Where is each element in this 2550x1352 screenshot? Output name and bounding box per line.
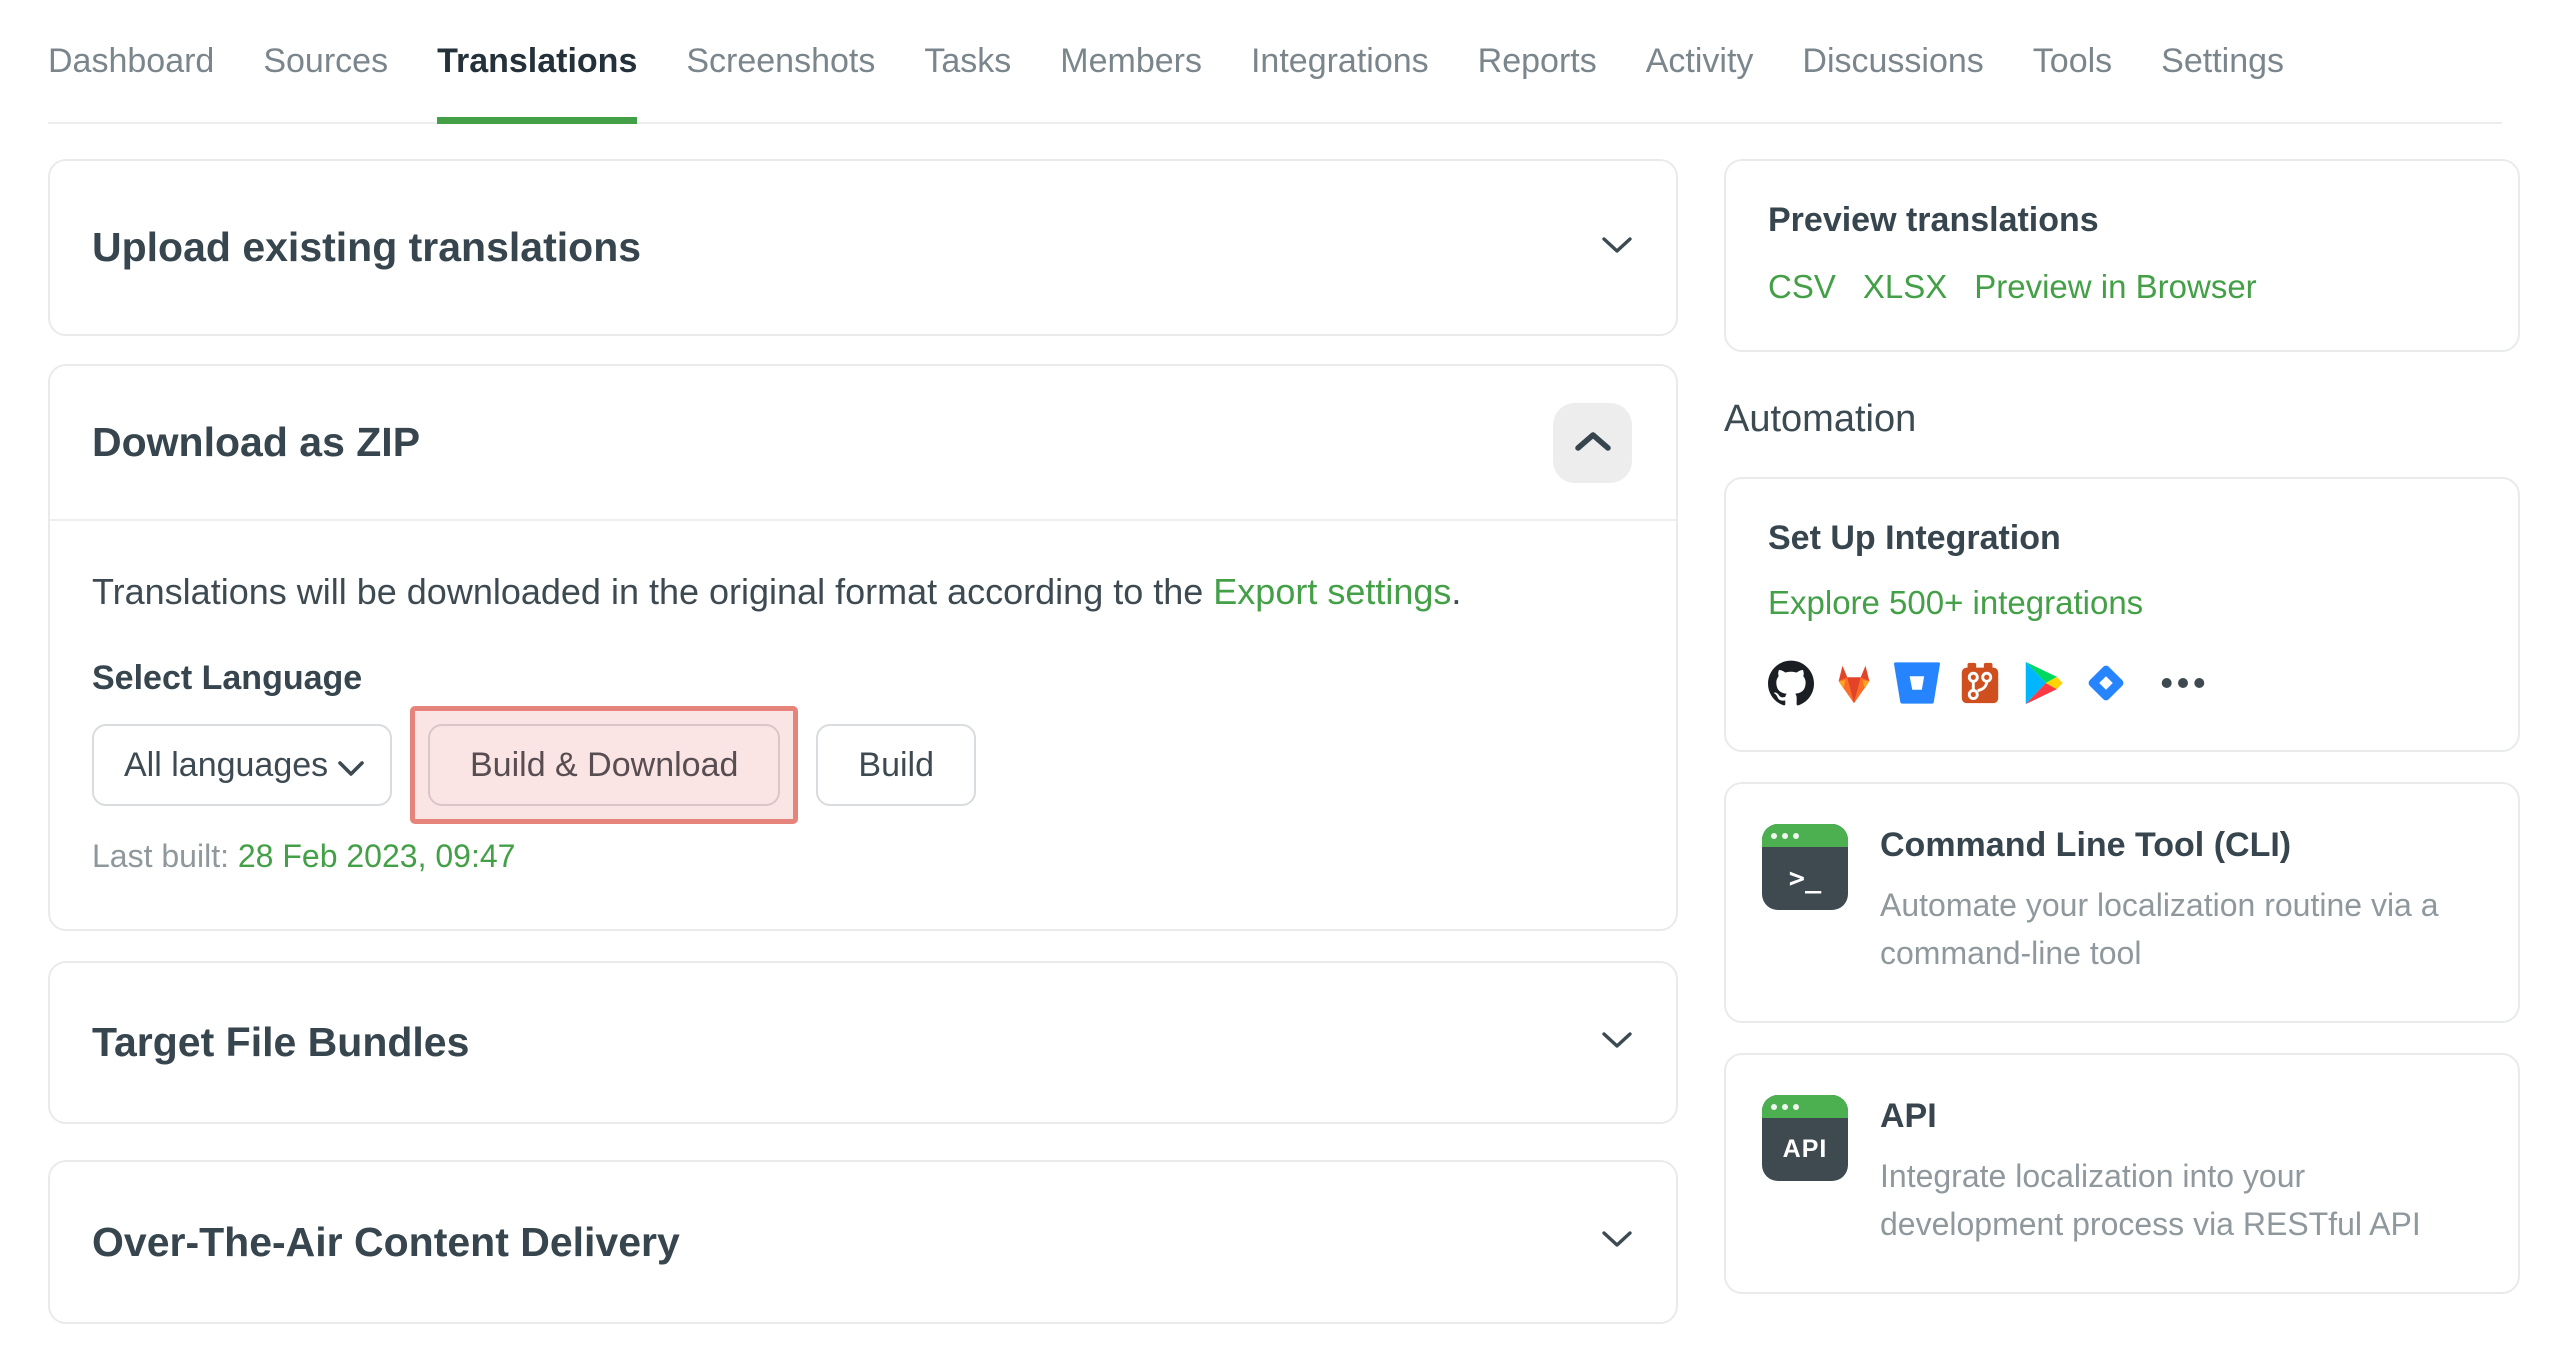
panel-title: Over-The-Air Content Delivery [92, 1218, 680, 1265]
explore-integrations-link[interactable]: Explore 500+ integrations [1768, 584, 2143, 622]
api-icon-glyph: API [1782, 1135, 1828, 1163]
download-description: Translations will be downloaded in the o… [92, 571, 1634, 613]
language-select-value: All languages [124, 745, 329, 784]
api-card[interactable]: API API Integrate localization into your… [1724, 1053, 2520, 1294]
download-zip-panel: Download as ZIP Translations will be dow… [48, 364, 1678, 931]
preview-translations-card: Preview translations CSV XLSX Preview in… [1724, 159, 2520, 352]
chevron-down-icon [1602, 1231, 1632, 1253]
terminal-icon-titlebar [1762, 824, 1848, 847]
last-built-value: 28 Feb 2023, 09:47 [237, 838, 516, 874]
chevron-up-icon [1574, 431, 1611, 454]
bitbucket-icon[interactable] [1893, 660, 1940, 706]
tab-settings[interactable]: Settings [2161, 0, 2284, 122]
ota-content-delivery-header[interactable]: Over-The-Air Content Delivery [50, 1162, 1676, 1322]
preview-translations-title: Preview translations [1768, 201, 2099, 239]
description-text: Translations will be downloaded in the o… [92, 571, 1214, 612]
integration-icons-row [1768, 660, 2476, 706]
target-file-bundles-header[interactable]: Target File Bundles [50, 963, 1676, 1122]
terminal-prompt-glyph: >_ [1788, 863, 1822, 894]
api-text: API Integrate localization into your dev… [1880, 1095, 2480, 1248]
last-built-status: Last built: 28 Feb 2023, 09:47 [92, 838, 1634, 875]
target-file-bundles-panel: Target File Bundles [48, 961, 1678, 1124]
upload-translations-panel: Upload existing translations [48, 159, 1678, 336]
description-period: . [1451, 571, 1462, 612]
tab-tasks[interactable]: Tasks [924, 0, 1011, 122]
tab-discussions[interactable]: Discussions [1802, 0, 1983, 122]
tab-activity[interactable]: Activity [1646, 0, 1754, 122]
export-settings-link[interactable]: Export settings [1213, 571, 1451, 612]
terminal-icon: >_ [1762, 824, 1848, 910]
tab-dashboard[interactable]: Dashboard [48, 0, 214, 122]
ota-content-delivery-panel: Over-The-Air Content Delivery [48, 1160, 1678, 1324]
api-icon: API [1762, 1095, 1848, 1181]
automation-heading: Automation [1724, 398, 1917, 440]
panel-title: Upload existing translations [92, 224, 642, 270]
tab-screenshots[interactable]: Screenshots [686, 0, 875, 122]
api-icon-titlebar [1762, 1095, 1848, 1118]
cli-card[interactable]: >_ Command Line Tool (CLI) Automate your… [1724, 782, 2520, 1023]
build-and-download-button[interactable]: Build & Download [428, 724, 781, 806]
select-language-label: Select Language [92, 659, 363, 697]
main-column: Upload existing translations Download as… [48, 159, 1678, 1352]
panel-title: Target File Bundles [92, 1019, 470, 1065]
tab-integrations[interactable]: Integrations [1251, 0, 1429, 122]
git-icon[interactable] [1957, 660, 2003, 706]
tab-translations[interactable]: Translations [437, 0, 638, 124]
preview-in-browser-link[interactable]: Preview in Browser [1974, 268, 2256, 306]
build-button[interactable]: Build [816, 724, 976, 806]
jira-icon[interactable] [2083, 660, 2129, 706]
download-zip-header: Download as ZIP [50, 366, 1676, 519]
set-up-integration-card: Set Up Integration Explore 500+ integrat… [1724, 477, 2520, 752]
preview-links: CSV XLSX Preview in Browser [1768, 268, 2476, 306]
download-zip-body: Translations will be downloaded in the o… [50, 519, 1676, 929]
tab-tools[interactable]: Tools [2033, 0, 2112, 122]
gitlab-icon[interactable] [1831, 660, 1877, 706]
language-select[interactable]: All languages [92, 724, 392, 806]
top-nav: Dashboard Sources Translations Screensho… [48, 0, 2502, 124]
collapse-button[interactable] [1553, 402, 1632, 483]
chevron-down-icon [338, 746, 364, 785]
csv-link[interactable]: CSV [1768, 268, 1836, 306]
last-built-label: Last built: [92, 838, 238, 874]
github-icon[interactable] [1768, 660, 1814, 706]
build-controls: All languages Build & Download Build [92, 706, 1634, 824]
cli-title: Command Line Tool (CLI) [1880, 826, 2292, 864]
google-play-icon[interactable] [2020, 660, 2066, 706]
upload-translations-header[interactable]: Upload existing translations [50, 161, 1676, 334]
build-download-highlight-wrap: Build & Download [410, 706, 799, 824]
panel-title: Download as ZIP [92, 419, 421, 465]
more-integrations-icon[interactable] [2160, 660, 2206, 706]
cli-description: Automate your localization routine via a… [1880, 887, 2439, 971]
chevron-down-icon [1602, 1031, 1632, 1054]
tab-sources[interactable]: Sources [263, 0, 388, 122]
xlsx-link[interactable]: XLSX [1863, 268, 1947, 306]
tab-reports[interactable]: Reports [1478, 0, 1597, 122]
api-title: API [1880, 1097, 1937, 1135]
cli-text: Command Line Tool (CLI) Automate your lo… [1880, 824, 2480, 977]
tab-members[interactable]: Members [1060, 0, 1202, 122]
set-up-integration-title: Set Up Integration [1768, 519, 2061, 557]
sidebar: Preview translations CSV XLSX Preview in… [1724, 159, 2520, 1294]
api-description: Integrate localization into your develop… [1880, 1158, 2421, 1242]
chevron-down-icon [1602, 236, 1632, 259]
